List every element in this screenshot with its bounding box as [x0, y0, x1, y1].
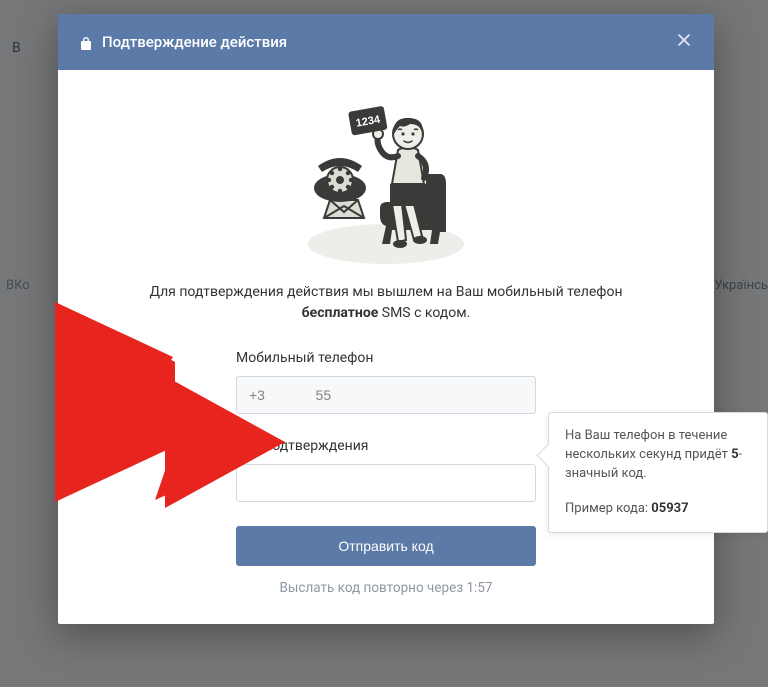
phone-field-block: Мобильный телефон [236, 350, 536, 414]
tooltip-digits: 5 [731, 447, 738, 462]
form: Мобильный телефон Код подтверждения На В… [236, 350, 536, 596]
modal-body: 1234 Для подтверждения действия мы вышле… [58, 70, 714, 624]
resend-text: Выслать код повторно через 1:57 [236, 580, 536, 596]
description-text: Для подтверждения действия мы вышлем на … [98, 282, 674, 324]
code-field-block: Код подтверждения На Ваш телефон в течен… [236, 438, 536, 502]
modal-header-left: Подтверждение действия [80, 33, 287, 51]
description-bold: бесплатное [302, 305, 379, 321]
code-input[interactable] [236, 464, 536, 502]
submit-button[interactable]: Отправить код [236, 526, 536, 566]
lock-icon [80, 35, 92, 49]
modal-header: Подтверждение действия [58, 14, 714, 70]
tooltip-example-label: Пример кода: [565, 501, 651, 516]
confirmation-modal: Подтверждение действия [58, 14, 714, 624]
code-tooltip: На Ваш телефон в течение нескольких секу… [548, 412, 768, 533]
phone-label: Мобильный телефон [236, 350, 536, 366]
tooltip-text-prefix: На Ваш телефон в течение нескольких секу… [565, 428, 731, 462]
phone-girl-illustration: 1234 [296, 96, 476, 266]
modal-title: Подтверждение действия [102, 33, 287, 51]
description-line1: Для подтверждения действия мы вышлем на … [149, 284, 622, 300]
description-suffix: SMS с кодом. [378, 305, 470, 321]
phone-input [236, 376, 536, 414]
code-label: Код подтверждения [236, 438, 536, 454]
tooltip-example-code: 05937 [651, 501, 688, 516]
close-icon[interactable] [676, 32, 692, 52]
